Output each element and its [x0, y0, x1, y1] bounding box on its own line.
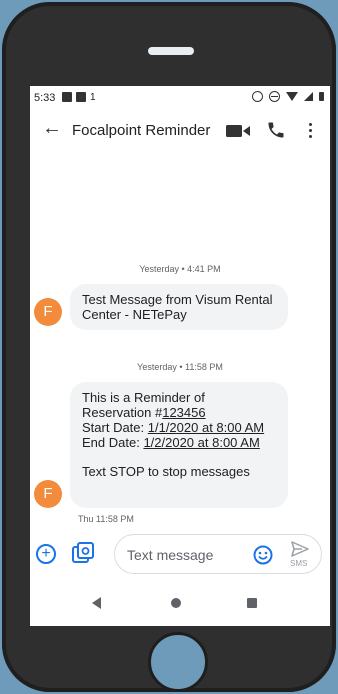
- end-date-prefix: End Date:: [82, 435, 144, 450]
- status-time: 5:33: [34, 92, 56, 104]
- phone-screen: 5:33 1 ← Focalpoint Reminder Yesterday •…: [30, 86, 330, 626]
- message-bubble[interactable]: Test Message from Visum Rental Center - …: [70, 284, 288, 330]
- message-line: This is a Reminder of: [82, 390, 205, 405]
- navigation-bar: [30, 578, 330, 626]
- emoji-icon[interactable]: [253, 545, 273, 565]
- end-date-link[interactable]: 1/2/2020 at 8:00 AM: [143, 435, 259, 450]
- phone-home-button[interactable]: [148, 632, 208, 692]
- contact-avatar[interactable]: F: [34, 480, 62, 508]
- sms-label: SMS: [290, 559, 308, 568]
- battery-icon: [319, 92, 324, 101]
- start-date-link[interactable]: 1/1/2020 at 8:00 AM: [148, 420, 264, 435]
- add-attachment-icon[interactable]: +: [36, 544, 56, 564]
- gallery-icon[interactable]: [72, 542, 94, 564]
- nav-back-icon[interactable]: [92, 597, 101, 609]
- phone-speaker: [148, 47, 194, 55]
- notification-icon: [62, 92, 72, 102]
- start-date-prefix: Start Date:: [82, 420, 148, 435]
- do-not-disturb-icon: [269, 91, 280, 102]
- message-line: End Date: 1/2/2020 at 8:00 AM: [82, 435, 276, 450]
- message-input[interactable]: [125, 544, 249, 566]
- message-text: Test Message from Visum Rental Center - …: [82, 292, 273, 322]
- alarm-icon: [252, 91, 263, 102]
- send-icon: [291, 541, 309, 557]
- reservation-number-link[interactable]: 123456: [162, 405, 205, 420]
- notification-count: 1: [90, 92, 96, 103]
- send-button[interactable]: SMS: [283, 539, 319, 571]
- video-call-icon[interactable]: [226, 124, 250, 138]
- compose-bar: + SMS: [30, 532, 330, 578]
- image-notification-icon: [76, 92, 86, 102]
- wifi-icon: [286, 92, 298, 101]
- contact-name: Focalpoint Reminder: [72, 122, 211, 139]
- more-options-icon[interactable]: [302, 120, 318, 142]
- status-bar: 5:33 1: [30, 86, 330, 110]
- contact-avatar[interactable]: F: [34, 298, 62, 326]
- message-line: Text STOP to stop messages: [82, 464, 250, 479]
- phone-frame: 5:33 1 ← Focalpoint Reminder Yesterday •…: [2, 2, 336, 692]
- nav-recents-icon[interactable]: [247, 598, 257, 608]
- message-line: Start Date: 1/1/2020 at 8:00 AM: [82, 420, 276, 435]
- message-bubble[interactable]: This is a Reminder of Reservation #12345…: [70, 382, 288, 508]
- reservation-prefix: Reservation #: [82, 405, 163, 420]
- phone-call-icon[interactable]: [266, 120, 286, 140]
- message-input-wrapper: SMS: [114, 534, 322, 574]
- message-timestamp: Yesterday • 4:41 PM: [139, 264, 221, 274]
- message-timestamp: Yesterday • 11:58 PM: [137, 362, 223, 372]
- signal-icon: [304, 92, 313, 101]
- conversation-header: ← Focalpoint Reminder: [30, 110, 330, 152]
- message-line: Reservation #123456: [82, 405, 276, 420]
- nav-home-icon[interactable]: [171, 598, 181, 608]
- message-sent-time: Thu 11:58 PM: [78, 514, 134, 524]
- back-arrow-icon[interactable]: ←: [40, 116, 64, 140]
